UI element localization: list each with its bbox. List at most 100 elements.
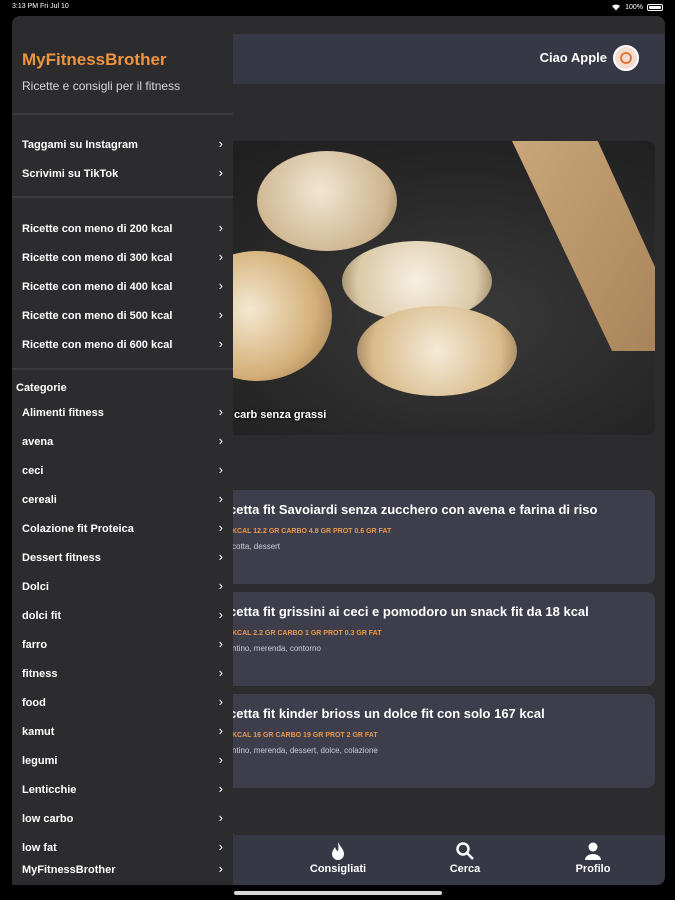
chevron-right-icon: › [218, 220, 223, 235]
side-drawer: MyFitnessBrother Ricette e consigli per … [12, 16, 233, 885]
recipe-card[interactable]: cetta fit Savoiardi senza zucchero con a… [172, 490, 655, 584]
categories-heading: Categorie [16, 382, 67, 394]
menu-item-tiktok[interactable]: Scrivimi su TikTok › [12, 160, 233, 189]
category-item[interactable]: Alimenti fitness › [12, 399, 233, 428]
chevron-right-icon: › [218, 165, 223, 180]
menu-label: low fat [22, 842, 57, 854]
category-item[interactable]: Dolci › [12, 573, 233, 602]
chevron-right-icon: › [218, 810, 223, 825]
chevron-right-icon: › [218, 839, 223, 854]
recipe-title: cetta fit kinder brioss un dolce fit con… [229, 706, 545, 721]
chevron-right-icon: › [218, 491, 223, 506]
menu-label: cereali [22, 494, 57, 506]
menu-label: Ricette con meno di 200 kcal [22, 223, 173, 235]
chevron-right-icon: › [218, 723, 223, 738]
menu-label: Dessert fitness [22, 552, 101, 564]
screen: 3:13 PM Fri Jul 10 100% Ciao Apple carb … [0, 0, 675, 900]
recipe-tags: ntino, merenda, dessert, dolce, colazion… [232, 746, 378, 755]
menu-label: Taggami su Instagram [22, 139, 138, 151]
menu-label: Ricette con meno di 300 kcal [22, 252, 173, 264]
menu-item-instagram[interactable]: Taggami su Instagram › [12, 131, 233, 160]
chevron-right-icon: › [218, 336, 223, 351]
menu-item-kcal-400[interactable]: Ricette con meno di 400 kcal › [12, 273, 233, 302]
menu-label: farro [22, 639, 48, 651]
category-item[interactable]: Dessert fitness › [12, 544, 233, 573]
divider [12, 113, 233, 115]
chevron-right-icon: › [218, 665, 223, 680]
category-item[interactable]: MyFitnessBrother › [12, 856, 233, 885]
greeting-text: Ciao Apple [539, 50, 607, 65]
category-item[interactable]: cereali › [12, 486, 233, 515]
recipe-card[interactable]: cetta fit grissini ai ceci e pomodoro un… [172, 592, 655, 686]
category-item[interactable]: legumi › [12, 747, 233, 776]
menu-label: Dolci [22, 581, 49, 593]
category-item[interactable]: fitness › [12, 660, 233, 689]
divider [12, 368, 233, 370]
menu-label: food [22, 697, 46, 709]
tab-profilo[interactable]: Profilo [553, 841, 633, 875]
status-right: 100% [611, 3, 663, 11]
battery-percent: 100% [625, 3, 643, 11]
menu-label: Ricette con meno di 400 kcal [22, 281, 173, 293]
menu-label: MyFitnessBrother [22, 864, 116, 876]
menu-label: Ricette con meno di 500 kcal [22, 310, 173, 322]
food-image [357, 306, 517, 396]
menu-item-kcal-200[interactable]: Ricette con meno di 200 kcal › [12, 215, 233, 244]
chevron-right-icon: › [218, 520, 223, 535]
recipe-tags: cotta, dessert [232, 542, 281, 551]
category-item[interactable]: low carbo › [12, 805, 233, 834]
category-item[interactable]: farro › [12, 631, 233, 660]
avatar-logo-icon [620, 52, 632, 64]
menu-label: Ricette con meno di 600 kcal [22, 339, 173, 351]
tab-cerca[interactable]: Cerca [425, 841, 505, 875]
menu-label: fitness [22, 668, 58, 680]
wooden-board [512, 141, 655, 351]
menu-item-kcal-500[interactable]: Ricette con meno di 500 kcal › [12, 302, 233, 331]
menu-item-kcal-300[interactable]: Ricette con meno di 300 kcal › [12, 244, 233, 273]
chevron-right-icon: › [218, 781, 223, 796]
menu-label: avena [22, 436, 54, 448]
tab-label: Profilo [575, 863, 611, 875]
chevron-right-icon: › [218, 404, 223, 419]
category-item[interactable]: Colazione fit Proteica › [12, 515, 233, 544]
category-item[interactable]: avena › [12, 428, 233, 457]
chevron-right-icon: › [218, 307, 223, 322]
tab-consigliati[interactable]: Consigliati [298, 841, 378, 875]
search-icon [456, 842, 474, 860]
food-image [257, 151, 397, 251]
recipe-tags: ntino, merenda, contorno [232, 644, 321, 653]
menu-label: dolci fit [22, 610, 62, 622]
menu-label: ceci [22, 465, 44, 477]
chevron-right-icon: › [218, 462, 223, 477]
menu-label: low carbo [22, 813, 74, 825]
chevron-right-icon: › [218, 636, 223, 651]
category-item[interactable]: ceci › [12, 457, 233, 486]
recipe-title: cetta fit Savoiardi senza zucchero con a… [229, 502, 598, 517]
chevron-right-icon: › [218, 278, 223, 293]
tab-label: Cerca [449, 863, 481, 875]
avatar[interactable] [613, 45, 639, 71]
recipe-macros: KCAL 12.2 GR CARBO 4.8 GR PROT 0.6 GR FA… [232, 528, 392, 535]
menu-item-kcal-600[interactable]: Ricette con meno di 600 kcal › [12, 331, 233, 360]
category-item[interactable]: dolci fit › [12, 602, 233, 631]
menu-label: Lenticchie [22, 784, 77, 796]
chevron-right-icon: › [218, 861, 223, 876]
recipe-title: cetta fit grissini ai ceci e pomodoro un… [229, 604, 589, 619]
menu-label: legumi [22, 755, 58, 767]
hero-image[interactable]: carb senza grassi [172, 141, 655, 435]
recipe-card[interactable]: cetta fit kinder brioss un dolce fit con… [172, 694, 655, 788]
category-item[interactable]: food › [12, 689, 233, 718]
brand-title: MyFitnessBrother [22, 50, 167, 69]
user-icon [585, 842, 601, 860]
battery-icon [647, 3, 663, 11]
chevron-right-icon: › [218, 607, 223, 622]
menu-label: Colazione fit Proteica [22, 523, 134, 535]
category-item[interactable]: kamut › [12, 718, 233, 747]
status-time: 3:13 PM Fri Jul 10 [12, 3, 69, 10]
category-item[interactable]: Lenticchie › [12, 776, 233, 805]
menu-label: Alimenti fitness [22, 407, 104, 419]
status-bar: 3:13 PM Fri Jul 10 100% [0, 0, 675, 14]
divider [12, 196, 233, 198]
tab-label: Consigliati [309, 863, 367, 875]
chevron-right-icon: › [218, 433, 223, 448]
